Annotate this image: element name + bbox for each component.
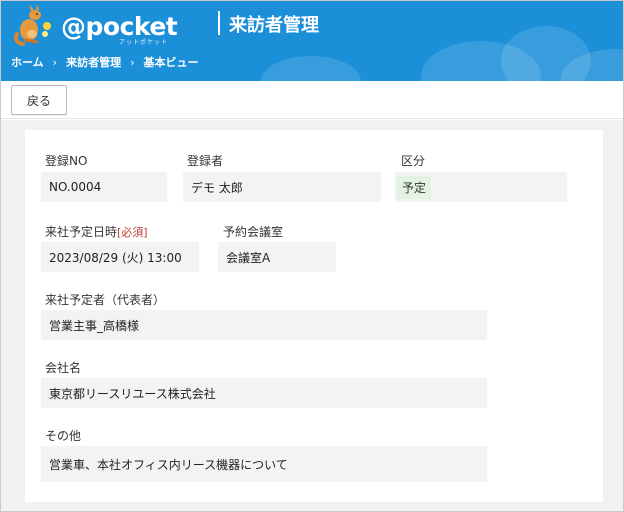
app-window: @pocket アットポケット 来訪者管理 ホーム › 来訪者管理 › 基本ビュ… [0, 0, 624, 512]
other-value: 営業車、本社オフィス内リース機器について [41, 446, 487, 482]
company-value: 東京都リースリユース株式会社 [41, 378, 487, 408]
category-field: 予定 [395, 172, 567, 202]
reg-no-value: NO.0004 [41, 172, 167, 202]
meeting-room-label: 予約会議室 [223, 225, 284, 239]
breadcrumb-separator-icon: › [52, 55, 58, 69]
breadcrumb: ホーム › 来訪者管理 › 基本ビュー [11, 54, 198, 70]
required-marker: [必須] [117, 226, 148, 239]
company-label: 会社名 [45, 361, 82, 375]
kangaroo-mascot-icon [13, 4, 51, 46]
back-button[interactable]: 戻る [11, 85, 67, 115]
visitor-label: 来社予定者（代表者） [45, 293, 166, 307]
registrant-label: 登録者 [187, 154, 224, 168]
visit-datetime-label-text: 来社予定日時 [45, 225, 118, 239]
content-area: 登録NO NO.0004 登録者 デモ 太郎 区分 予定 来社予定日時[必須] … [1, 120, 623, 511]
status-badge: 予定 [397, 175, 432, 199]
app-header: @pocket アットポケット 来訪者管理 ホーム › 来訪者管理 › 基本ビュ… [1, 1, 623, 81]
category-label: 区分 [401, 154, 426, 168]
breadcrumb-separator-icon: › [130, 55, 135, 69]
breadcrumb-item-basic-view: 基本ビュー [143, 56, 199, 69]
toolbar: 戻る [1, 81, 623, 119]
registrant-value: デモ 太郎 [183, 172, 381, 202]
logo-subtext: アットポケット [119, 39, 169, 46]
visit-datetime-label: 来社予定日時[必須] [45, 223, 148, 240]
header-divider [218, 11, 220, 35]
other-label: その他 [45, 429, 82, 443]
reg-no-label: 登録NO [45, 154, 88, 168]
visitor-value: 営業主事_高橋様 [41, 310, 487, 340]
visit-datetime-value: 2023/08/29 (火) 13:00 [41, 242, 199, 272]
page-title: 来訪者管理 [229, 15, 319, 36]
record-detail-card: 登録NO NO.0004 登録者 デモ 太郎 区分 予定 来社予定日時[必須] … [25, 130, 603, 502]
breadcrumb-item-home[interactable]: ホーム [11, 54, 44, 70]
breadcrumb-item-visitor-management[interactable]: 来訪者管理 [66, 54, 121, 70]
meeting-room-value: 会議室A [218, 242, 336, 272]
header-cloud-decoration [261, 56, 361, 81]
app-logo[interactable]: @pocket アットポケット [11, 4, 178, 46]
